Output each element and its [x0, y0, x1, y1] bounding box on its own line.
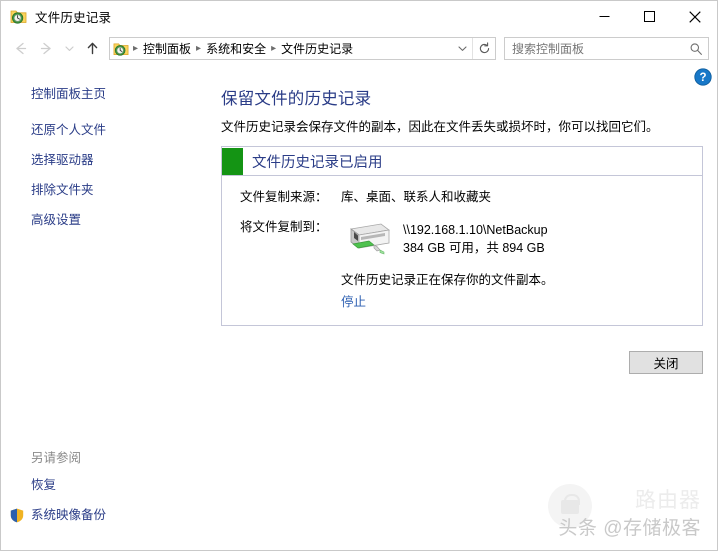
page-description: 文件历史记录会保存文件的副本，因此在文件丢失或损坏时，你可以找回它们。 — [221, 120, 659, 134]
maximize-button[interactable] — [627, 1, 672, 32]
breadcrumb: ▸ 控制面板 ▸ 系统和安全 ▸ 文件历史记录 — [132, 40, 453, 57]
help-icon[interactable]: ? — [694, 68, 712, 86]
close-dialog-button[interactable]: 关闭 — [629, 351, 703, 374]
svg-text:?: ? — [699, 72, 706, 84]
sidebar-item-label: 系统映像备份 — [31, 508, 107, 522]
navigation-bar: ▸ 控制面板 ▸ 系统和安全 ▸ 文件历史记录 — [1, 32, 717, 65]
refresh-icon[interactable] — [472, 38, 495, 59]
see-also-heading: 另请参阅 — [31, 451, 82, 465]
file-history-window: 文件历史记录 ▸ 控制面板 ▸ 系统和安全 ▸ 文件历史记录 搜索控制面板 控制… — [0, 0, 718, 551]
breadcrumb-separator: ▸ — [271, 42, 277, 54]
drive-path: \\192.168.1.10\NetBackup — [403, 223, 548, 237]
address-bar[interactable]: ▸ 控制面板 ▸ 系统和安全 ▸ 文件历史记录 — [109, 37, 496, 60]
breadcrumb-separator: ▸ — [133, 42, 139, 54]
drive-space: 384 GB 可用，共 894 GB — [403, 241, 545, 255]
minimize-button[interactable] — [582, 1, 627, 32]
back-icon[interactable] — [7, 36, 33, 62]
address-bar-actions — [453, 38, 495, 59]
drive-details: \\192.168.1.10\NetBackup 384 GB 可用，共 894… — [395, 218, 548, 257]
sidebar-item-system-image-backup[interactable]: 系统映像备份 — [1, 504, 213, 527]
file-history-icon — [10, 8, 27, 25]
source-label: 文件复制来源： — [240, 190, 328, 204]
content-area: ? 保留文件的历史记录 文件历史记录会保存文件的副本，因此在文件丢失或损坏时，你… — [213, 65, 717, 550]
status-panel: 文件历史记录已启用 文件复制来源： 库、桌面、联系人和收藏夹 将文件复制到： \… — [221, 146, 703, 326]
recent-locations-chevron-down-icon[interactable] — [59, 36, 79, 62]
up-level-icon[interactable] — [79, 36, 105, 62]
status-note: 文件历史记录正在保存你的文件副本。 — [341, 273, 554, 287]
source-row: 文件复制来源： 库、桌面、联系人和收藏夹 — [222, 188, 702, 207]
see-also-section: 另请参阅 恢复 系统映像备份 — [1, 447, 213, 534]
sidebar-item-control-panel-home[interactable]: 控制面板主页 — [1, 83, 213, 106]
sidebar-item-recovery[interactable]: 恢复 — [1, 474, 213, 497]
breadcrumb-separator: ▸ — [196, 42, 202, 54]
button-row: 关闭 — [221, 351, 703, 374]
breadcrumb-file-history-icon — [113, 41, 129, 57]
network-drive-icon — [341, 220, 395, 260]
window-body: 控制面板主页 还原个人文件 选择驱动器 排除文件夹 高级设置 另请参阅 恢复 系… — [1, 65, 717, 550]
page-title: 保留文件的历史记录 — [221, 90, 372, 108]
stop-link[interactable]: 停止 — [222, 291, 366, 310]
window-title: 文件历史记录 — [35, 11, 112, 25]
status-title: 文件历史记录已启用 — [252, 154, 383, 171]
forward-icon[interactable] — [33, 36, 59, 62]
search-icon[interactable] — [684, 38, 708, 59]
sidebar-item-advanced-settings[interactable]: 高级设置 — [1, 209, 213, 232]
title-bar: 文件历史记录 — [1, 1, 717, 32]
sidebar-item-restore-personal-files[interactable]: 还原个人文件 — [1, 119, 213, 142]
sidebar-item-exclude-folders[interactable]: 排除文件夹 — [1, 179, 213, 202]
shield-icon — [10, 508, 24, 523]
status-indicator — [222, 147, 243, 175]
source-value: 库、桌面、联系人和收藏夹 — [341, 190, 492, 204]
window-controls — [582, 1, 717, 32]
search-box[interactable] — [504, 37, 709, 60]
target-label: 将文件复制到： — [240, 220, 328, 234]
breadcrumb-item-system-and-security[interactable]: 系统和安全 — [202, 40, 270, 57]
status-panel-body: 文件复制来源： 库、桌面、联系人和收藏夹 将文件复制到： \\192.168.1… — [222, 176, 702, 325]
sidebar-item-select-drive[interactable]: 选择驱动器 — [1, 149, 213, 172]
status-panel-header: 文件历史记录已启用 — [222, 147, 702, 176]
sidebar-task-list: 还原个人文件 选择驱动器 排除文件夹 高级设置 — [1, 119, 213, 232]
breadcrumb-item-file-history[interactable]: 文件历史记录 — [277, 40, 357, 57]
target-row: 将文件复制到： \\192.168.1.10\NetBackup 384 GB … — [222, 218, 702, 260]
sidebar: 控制面板主页 还原个人文件 选择驱动器 排除文件夹 高级设置 另请参阅 恢复 系… — [1, 65, 213, 550]
search-input[interactable] — [505, 41, 684, 56]
close-button[interactable] — [672, 1, 717, 32]
breadcrumb-item-control-panel[interactable]: 控制面板 — [139, 40, 195, 57]
address-chevron-down-icon[interactable] — [453, 38, 472, 59]
